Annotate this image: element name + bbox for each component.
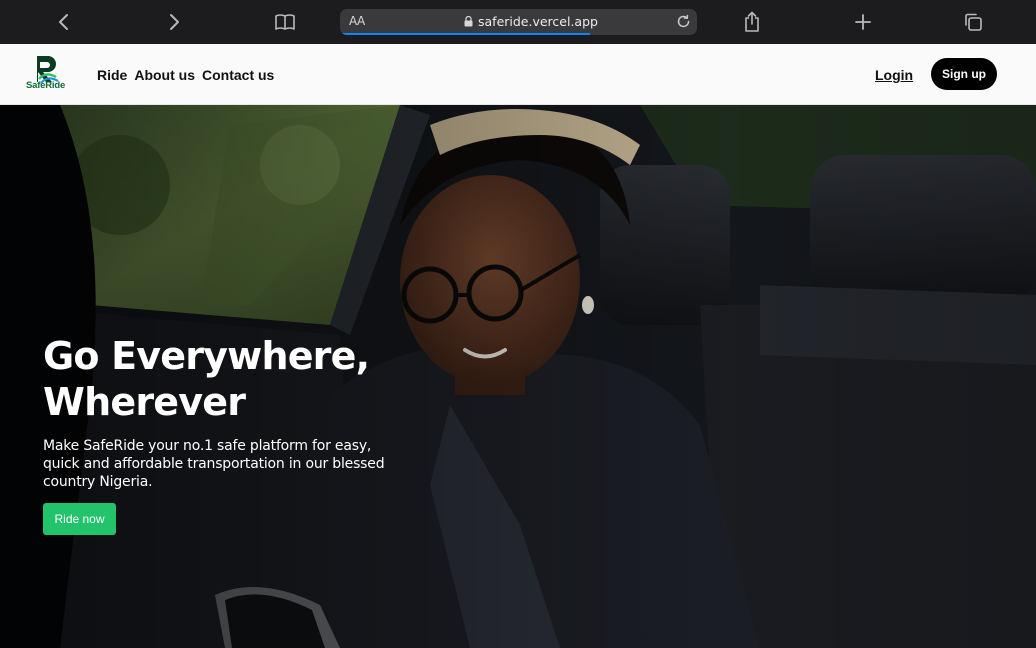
logo-text[interactable]: SafeRide <box>26 80 65 91</box>
forward-icon[interactable] <box>160 8 188 36</box>
main-nav: Ride About us Contact us <box>97 67 274 83</box>
tabs-icon[interactable] <box>959 8 987 36</box>
url-display[interactable]: saferide.vercel.app <box>464 14 598 29</box>
back-icon[interactable] <box>50 8 78 36</box>
lock-icon <box>464 16 473 27</box>
hero-title-line-2: Wherever <box>43 380 246 424</box>
text-size-button[interactable]: AA <box>349 14 365 28</box>
book-icon[interactable] <box>271 8 299 36</box>
address-bar[interactable]: AA saferide.vercel.app <box>340 9 697 35</box>
nav-link-about-us[interactable]: About us <box>134 67 195 83</box>
share-icon[interactable] <box>738 8 766 36</box>
nav-link-contact-us[interactable]: Contact us <box>202 67 274 83</box>
url-text: saferide.vercel.app <box>478 14 598 29</box>
hero-section: Go Everywhere, Wherever Make SafeRide yo… <box>0 105 1036 648</box>
ride-now-button[interactable]: Ride now <box>43 503 116 535</box>
login-link[interactable]: Login <box>875 67 913 83</box>
hero-subtitle: Make SafeRide your no.1 safe platform fo… <box>43 438 385 490</box>
hero-title-line-1: Go Everywhere, <box>43 334 370 378</box>
reload-icon[interactable] <box>676 14 691 29</box>
signup-button[interactable]: Sign up <box>931 58 997 90</box>
site-header: SafeRide Ride About us Contact us Login … <box>0 44 1036 105</box>
browser-toolbar: AA saferide.vercel.app <box>0 0 1036 44</box>
page-load-progress <box>340 33 590 35</box>
hero-title: Go Everywhere, Wherever <box>43 333 463 425</box>
plus-icon[interactable] <box>849 8 877 36</box>
nav-link-ride[interactable]: Ride <box>97 67 127 83</box>
